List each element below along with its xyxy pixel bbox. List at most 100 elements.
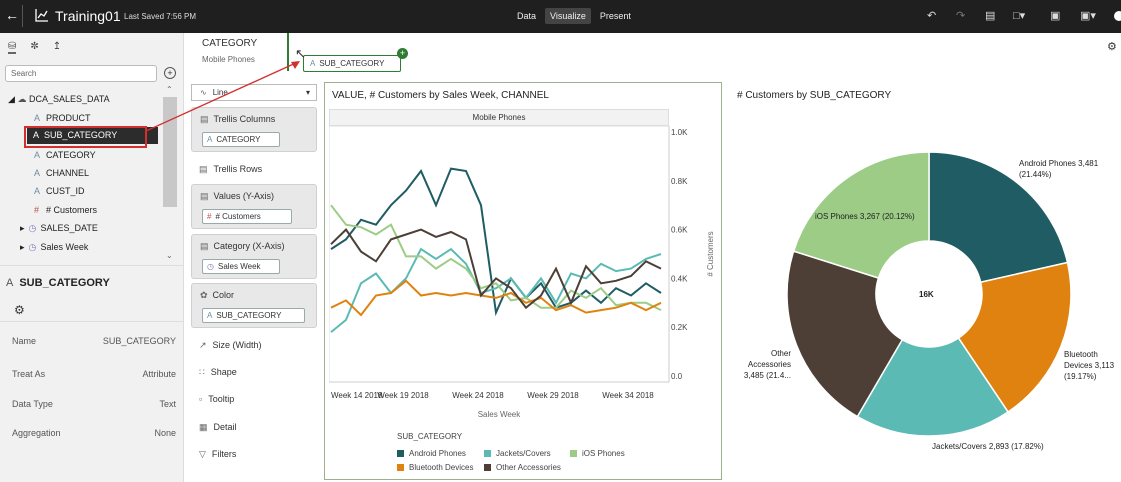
dragging-sub-category-pill[interactable]: A SUB_CATEGORY [303,55,401,72]
divider [0,265,184,266]
scroll-down-icon[interactable]: ⌄ [166,251,173,260]
legend-item-jackets[interactable]: Jackets/Covers [484,449,551,458]
legend-swatch [397,464,404,471]
mouse-cursor-icon: ↖ [295,46,306,61]
save-icon[interactable]: ▣▾ [1080,9,1096,22]
attribute-icon: A [6,277,14,289]
sub-category-pill[interactable]: A SUB_CATEGORY [202,308,305,323]
data-elements-icon[interactable]: ⛁ [8,41,17,54]
legend-label: iOS Phones [582,449,625,458]
category-pill[interactable]: A CATEGORY [202,132,280,147]
tree-item-channel[interactable]: A CHANNEL [34,168,89,178]
search-input[interactable]: Search [5,65,157,82]
data-refresh-icon[interactable]: ▤ [985,9,995,22]
y-tick-label: 0.8K [671,177,688,186]
attribute-icon: A [34,113,41,123]
color-zone[interactable]: ✿ Color A SUB_CATEGORY [191,283,317,328]
gear-icon[interactable]: ⚙ [14,303,25,317]
time-icon: ◷ [28,242,37,252]
comment-icon[interactable]: □▾ [1013,9,1025,22]
expand-triangle-icon[interactable]: ▸ [20,242,25,252]
tab-present[interactable]: Present [595,8,636,24]
user-avatar[interactable] [1114,11,1121,21]
shape-zone[interactable]: ∷ Shape [199,367,237,378]
y-axis-title: # Customers [706,231,715,276]
mode-tabs: Data Visualize Present [512,8,636,24]
shape-icon: ∷ [199,367,205,377]
attribute-icon: A [34,150,41,160]
tab-visualize[interactable]: Visualize [545,8,591,24]
preview-icon[interactable]: ▣ [1050,9,1060,22]
legend-label: Bluetooth Devices [409,463,474,472]
trellis-columns-icon: ▤ [200,114,209,124]
customers-pill[interactable]: # # Customers [202,209,292,224]
tree-item-label: SALES_DATE [40,223,98,233]
line-chart-svg[interactable]: 0.0 0.2K 0.4K 0.6K 0.8K 1.0K # Customers Week 1… [329,126,719,426]
dataset-label: DCA_SALES_DATA [28,94,110,104]
tree-item-category[interactable]: A CATEGORY [34,150,96,160]
visualizations-icon[interactable]: ✼ [30,41,38,54]
legend-title: SUB_CATEGORY [397,432,463,441]
tooltip-zone[interactable]: ▫ Tooltip [199,394,234,404]
divider [0,321,184,322]
pie-chart-title: # Customers by SUB_CATEGORY [737,90,892,101]
properties-title: A SUB_CATEGORY [6,277,110,289]
canvas-settings-icon[interactable]: ⚙ [1107,40,1117,53]
tree-item-customers[interactable]: # # Customers [34,205,97,215]
y-tick-label: 0.4K [671,274,688,283]
analytics-icon[interactable]: ↥ [53,41,61,54]
legend-swatch [484,464,491,471]
expand-triangle-icon[interactable]: ▸ [20,223,25,233]
scroll-up-icon[interactable]: ⌃ [166,85,173,94]
category-filter[interactable]: CATEGORY Mobile Phones [202,38,257,64]
legend-item-bluetooth[interactable]: Bluetooth Devices [397,463,473,472]
filters-zone[interactable]: ▽ Filters [199,449,236,460]
pie-center-total: 16K [919,290,934,299]
tree-item-sales-week[interactable]: ▸ ◷ Sales Week [20,242,88,253]
tree-scrollbar[interactable] [163,97,177,207]
pill-label: # Customers [215,212,261,221]
size-zone[interactable]: ↗ Size (Width) [199,340,262,351]
expand-triangle-icon[interactable]: ◢ [8,94,15,104]
last-saved-text: Last Saved 7:56 PM [124,12,197,21]
attribute-icon: A [34,186,41,196]
property-value[interactable]: Attribute [142,369,176,379]
divider [22,5,23,27]
tree-item-label: # Customers [46,205,98,215]
slice-label-pct: (21.4... [766,371,791,380]
trellis-rows-zone[interactable]: ▤ Trellis Rows [199,164,262,175]
chart-type-select[interactable]: ∿ Line ▾ [191,84,317,101]
property-value[interactable]: None [154,428,176,438]
slice-label-pct: (19.17%) [1064,372,1097,381]
detail-zone[interactable]: ▦ Detail [199,422,237,433]
redo-icon[interactable]: ↷ [956,9,965,22]
dataset-node[interactable]: ◢ ☁ DCA_SALES_DATA [8,94,110,105]
x-tick-label: Week 19 2018 [377,391,429,400]
tree-item-cust-id[interactable]: A CUST_ID [34,186,85,196]
slice-label-text: Android Phones 3,481 [1019,159,1099,168]
property-value[interactable]: SUB_CATEGORY [103,336,176,346]
trellis-columns-zone[interactable]: ▤ Trellis Columns A CATEGORY [191,107,317,152]
add-data-icon[interactable]: + [164,67,176,79]
tree-item-sales-date[interactable]: ▸ ◷ SALES_DATE [20,223,98,234]
x-tick-label: Week 14 2018 [331,391,383,400]
y-tick-label: 0.6K [671,226,688,235]
back-arrow-icon[interactable]: ← [5,7,19,23]
slice-label-text: Bluetooth Devices 3,113 [1064,350,1115,370]
slice-label-android: Android Phones 3,481 (21.44%) [1019,158,1098,180]
category-zone[interactable]: ▤ Category (X-Axis) ◷ Sales Week [191,234,317,279]
legend-item-android[interactable]: Android Phones [397,449,466,458]
tree-item-product[interactable]: A PRODUCT [34,113,91,123]
values-zone[interactable]: ▤ Values (Y-Axis) # # Customers [191,184,317,229]
sales-week-pill[interactable]: ◷ Sales Week [202,259,280,274]
legend-item-ios[interactable]: iOS Phones [570,449,625,458]
slice-label-ios: iOS Phones 3,267 (20.12%) [815,211,915,222]
category-icon: ▤ [200,241,209,251]
x-tick-label: Week 24 2018 [452,391,504,400]
y-tick-label: 0.2K [671,323,688,332]
highlight-box [24,126,147,148]
legend-item-other[interactable]: Other Accessories [484,463,561,472]
slice-label-pct: (21.44%) [1019,170,1052,179]
tab-data[interactable]: Data [512,8,541,24]
undo-icon[interactable]: ↶ [927,9,936,22]
